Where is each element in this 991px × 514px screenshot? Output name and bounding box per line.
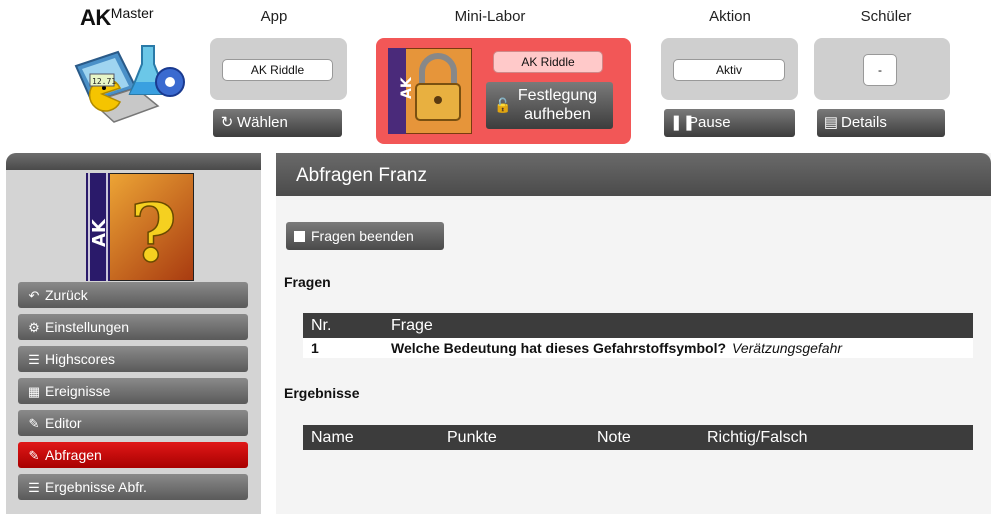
back-arrow-icon: ↶ xyxy=(28,288,40,303)
pause-button[interactable]: ❚❚Pause xyxy=(664,109,795,137)
column-title-app: App xyxy=(260,8,288,25)
sidebar-item-ereignisse[interactable]: ▦ Ereignisse xyxy=(18,378,248,404)
edit-icon: ✎ xyxy=(28,448,40,463)
fragen-beenden-label: Fragen beenden xyxy=(311,228,414,244)
svg-text:AK: AK xyxy=(399,76,415,99)
sidebar-item-label: Zurück xyxy=(45,287,88,303)
sidebar: AK ? ↶ Zurück ⚙ Einstellungen ☰ Highscores … xyxy=(6,153,261,514)
svg-text:?: ? xyxy=(130,186,177,280)
aktion-value-field: Aktiv xyxy=(673,59,785,81)
sidebar-item-ergebnisse-abfr[interactable]: ☰ Ergebnisse Abfr. xyxy=(18,474,248,500)
brand-bold: AK xyxy=(80,5,111,30)
ak-riddle-lock-icon: AK xyxy=(388,48,472,134)
question-nr-cell: 1 xyxy=(303,338,383,358)
svg-text:AK: AK xyxy=(89,218,110,247)
schueler-value-field: - xyxy=(863,54,897,86)
mini-labor-panel: AK AK Riddle 🔓 Festlegung aufheben xyxy=(376,38,631,144)
app-value-field: AK Riddle xyxy=(222,59,333,81)
waehlen-label: Wählen xyxy=(237,114,288,131)
sidebar-item-label: Editor xyxy=(45,415,82,431)
questions-heading: Fragen xyxy=(284,274,331,290)
festlegung-aufheben-button[interactable]: 🔓 Festlegung aufheben xyxy=(486,82,613,129)
gear-icon: ⚙ xyxy=(28,320,40,335)
table-row[interactable]: 1 Welche Bedeutung hat dieses Gefahrstof… xyxy=(303,338,973,358)
column-header-note: Note xyxy=(589,425,699,450)
questions-table: Nr. Frage 1 Welche Bedeutung hat dieses … xyxy=(303,313,973,358)
sidebar-item-einstellungen[interactable]: ⚙ Einstellungen xyxy=(18,314,248,340)
main-content: Abfragen Franz Fragen beenden Fragen Nr.… xyxy=(276,153,991,514)
sidebar-item-label: Ergebnisse Abfr. xyxy=(45,479,147,495)
column-header-name: Name xyxy=(303,425,439,450)
svg-text:12.71: 12.71 xyxy=(92,77,116,86)
sidebar-item-zurueck[interactable]: ↶ Zurück xyxy=(18,282,248,308)
labor-value-field: AK Riddle xyxy=(493,51,603,73)
list-icon: ☰ xyxy=(28,352,40,367)
column-header-punkte: Punkte xyxy=(439,425,589,450)
details-button[interactable]: ▤ Details xyxy=(817,109,945,137)
stop-icon xyxy=(294,231,305,242)
festlegung-label-line2: aufheben xyxy=(524,106,591,123)
schueler-panel: - xyxy=(814,38,950,100)
festlegung-label-line1: Festlegung xyxy=(517,87,598,104)
ak-riddle-app-icon: AK ? xyxy=(86,173,194,281)
calendar-icon: ▦ xyxy=(27,384,41,399)
sidebar-item-label: Ereignisse xyxy=(45,383,111,399)
waehlen-button[interactable]: ↻ Wählen xyxy=(213,109,342,137)
sidebar-item-highscores[interactable]: ☰ Highscores xyxy=(18,346,248,372)
column-header-richtig-falsch: Richtig/Falsch xyxy=(699,425,973,450)
table-header-row: Nr. Frage xyxy=(303,313,973,338)
details-label: Details xyxy=(841,114,887,131)
question-text: Welche Bedeutung hat dieses Gefahrstoffs… xyxy=(391,340,727,356)
column-title-schueler: Schüler xyxy=(860,8,912,25)
fragen-beenden-button[interactable]: Fragen beenden xyxy=(286,222,444,250)
akmaster-logo-icon: 12.71 xyxy=(74,45,185,123)
refresh-icon: ↻ xyxy=(220,114,234,131)
sidebar-top-bar xyxy=(6,153,261,170)
sidebar-item-label: Abfragen xyxy=(45,447,102,463)
aktion-panel: Aktiv xyxy=(661,38,798,100)
edit-icon: ✎ xyxy=(28,416,40,431)
unlock-icon: 🔓 xyxy=(494,97,512,113)
column-header-nr: Nr. xyxy=(303,313,383,338)
column-title-mini-labor: Mini-Labor xyxy=(454,8,526,25)
app-panel: AK Riddle xyxy=(210,38,347,100)
sidebar-item-label: Einstellungen xyxy=(45,319,130,335)
table-header-row: Name Punkte Note Richtig/Falsch xyxy=(303,425,973,450)
results-heading: Ergebnisse xyxy=(284,385,360,401)
page-title: Abfragen Franz xyxy=(276,153,991,196)
sidebar-item-abfragen[interactable]: ✎ Abfragen xyxy=(18,442,248,468)
sidebar-item-editor[interactable]: ✎ Editor xyxy=(18,410,248,436)
column-header-frage: Frage xyxy=(383,313,973,338)
sidebar-item-label: Highscores xyxy=(45,351,116,367)
details-list-icon: ▤ xyxy=(823,114,839,131)
brand-rest: Master xyxy=(110,5,154,21)
pause-icon: ❚❚ xyxy=(670,114,696,131)
question-cell: Welche Bedeutung hat dieses Gefahrstoffs… xyxy=(383,338,973,358)
results-table: Name Punkte Note Richtig/Falsch xyxy=(303,425,973,450)
answer-text: Verätzungsgefahr xyxy=(732,340,843,356)
column-title-aktion: Aktion xyxy=(709,8,751,25)
brand-logo-text: AKMaster xyxy=(80,5,154,31)
list-icon: ☰ xyxy=(28,480,40,495)
pause-label: Pause xyxy=(688,114,731,131)
